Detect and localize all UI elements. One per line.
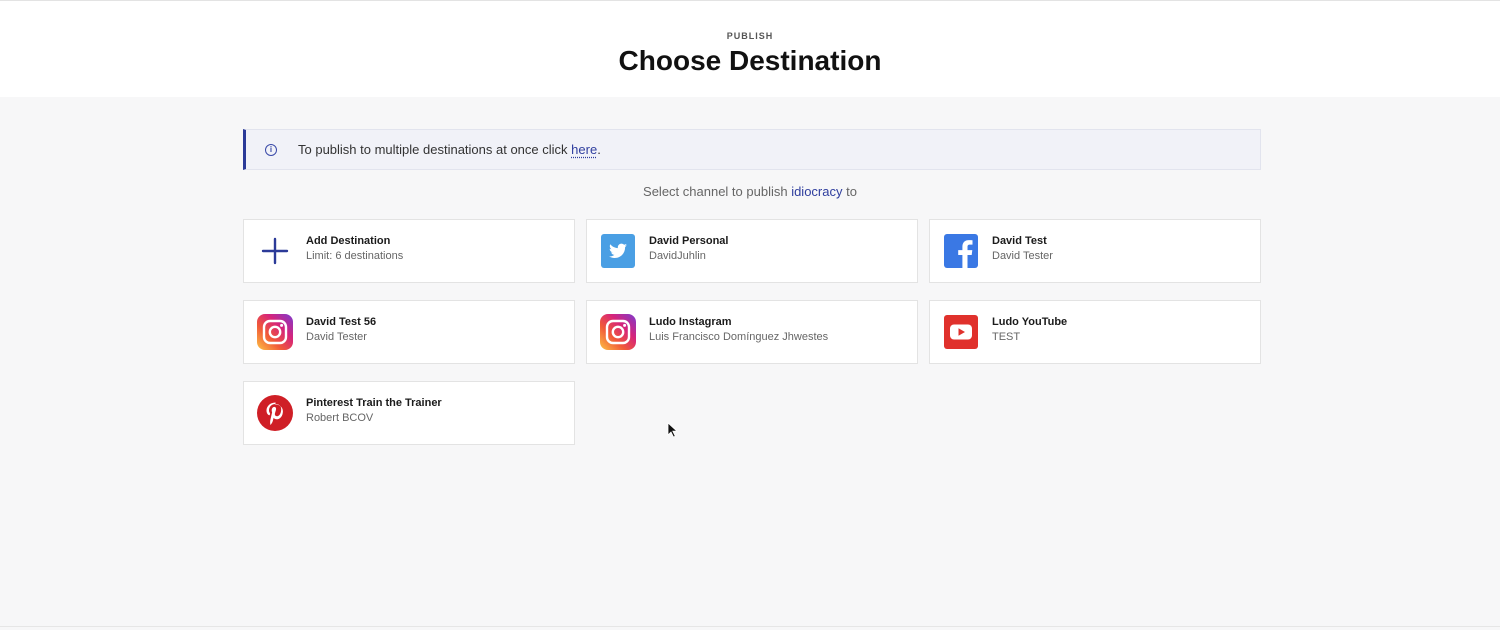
destination-name: David Test 56 [306,316,377,328]
info-banner: i To publish to multiple destinations at… [243,129,1261,170]
destination-name: David Test [992,235,1047,247]
mouse-cursor-icon [667,422,679,438]
banner-text-before: To publish to multiple destinations at o… [298,142,572,157]
info-icon: i [265,143,277,156]
banner-text: To publish to multiple destinations at o… [298,142,601,157]
destination-name: Add Destination [306,235,391,247]
page-header: PUBLISH Choose Destination [0,0,1500,97]
youtube-icon [943,314,979,350]
plus-icon [257,233,293,269]
destination-card-instagram[interactable]: Ludo Instagram Luis Francisco Domínguez … [586,300,918,364]
destination-card-instagram[interactable]: David Test 56 David Tester [243,300,575,364]
destination-sub: TEST [992,331,1021,343]
twitter-icon [600,233,636,269]
select-channel-text: Select channel to publish idiocracy to [0,184,1500,199]
destination-name: Pinterest Train the Trainer [306,397,442,409]
project-name: idiocracy [791,184,843,199]
destination-card-youtube[interactable]: Ludo YouTube TEST [929,300,1261,364]
destination-card-facebook[interactable]: David Test David Tester [929,219,1261,283]
add-destination-card[interactable]: Add Destination Limit: 6 destinations [243,219,575,283]
page-eyebrow: PUBLISH [726,31,774,41]
destination-card-twitter[interactable]: David Personal DavidJuhlin [586,219,918,283]
destination-sub: DavidJuhlin [649,250,706,262]
destination-sub: Limit: 6 destinations [306,250,404,262]
subtitle-suffix: to [842,184,857,199]
footer-divider [0,626,1500,627]
facebook-icon [943,233,979,269]
destination-sub: Luis Francisco Domínguez Jhwestes [649,331,829,343]
destination-name: Ludo Instagram [649,316,732,328]
multi-publish-link[interactable]: here [571,142,597,157]
destination-name: David Personal [649,235,729,247]
destination-sub: David Tester [306,331,367,343]
destination-sub: David Tester [992,250,1053,262]
subtitle-prefix: Select channel to publish [643,184,792,199]
instagram-icon [257,314,293,350]
instagram-icon [600,314,636,350]
pinterest-icon [257,395,293,431]
banner-text-after: . [597,142,601,157]
destination-sub: Robert BCOV [306,412,374,424]
destination-card-pinterest[interactable]: Pinterest Train the Trainer Robert BCOV [243,381,575,445]
destination-name: Ludo YouTube [992,316,1068,328]
page-title: Choose Destination [618,45,882,76]
